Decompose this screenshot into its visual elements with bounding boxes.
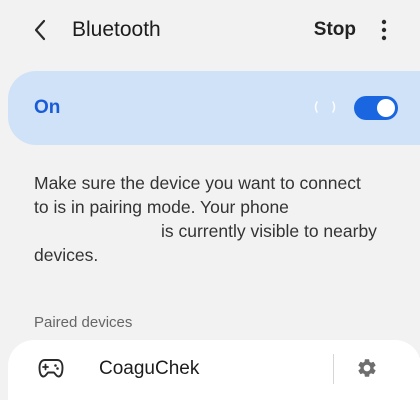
paired-device-card: CoaguChek: [8, 340, 420, 400]
stop-button[interactable]: Stop: [314, 17, 356, 43]
device-name: CoaguChek: [99, 358, 200, 379]
pairing-description: Make sure the device you want to connect…: [34, 171, 404, 267]
description-line: devices.: [34, 245, 99, 265]
back-button[interactable]: [26, 16, 54, 44]
paired-device-item[interactable]: CoaguChek: [8, 340, 328, 398]
toggle-knob: [377, 99, 395, 117]
app-header: Bluetooth Stop: [0, 0, 420, 62]
more-options-button[interactable]: [374, 16, 394, 44]
description-line: Make sure the device you want to connect: [34, 173, 361, 193]
description-line: to is in pairing mode. Your phone: [34, 197, 289, 217]
toggle-label: On: [34, 97, 61, 118]
divider: [333, 354, 334, 384]
more-vertical-icon: [381, 19, 387, 41]
page-title: Bluetooth: [72, 18, 161, 41]
bluetooth-toggle-switch[interactable]: [354, 96, 398, 120]
paired-devices-heading: Paired devices: [34, 314, 133, 331]
bluetooth-toggle-card[interactable]: On: [8, 71, 420, 145]
gear-icon[interactable]: [356, 357, 378, 379]
description-line: is currently visible to nearby: [161, 221, 377, 241]
gamepad-icon: [38, 359, 64, 378]
scanning-indicator-icon: [314, 101, 336, 113]
chevron-left-icon: [34, 19, 46, 41]
